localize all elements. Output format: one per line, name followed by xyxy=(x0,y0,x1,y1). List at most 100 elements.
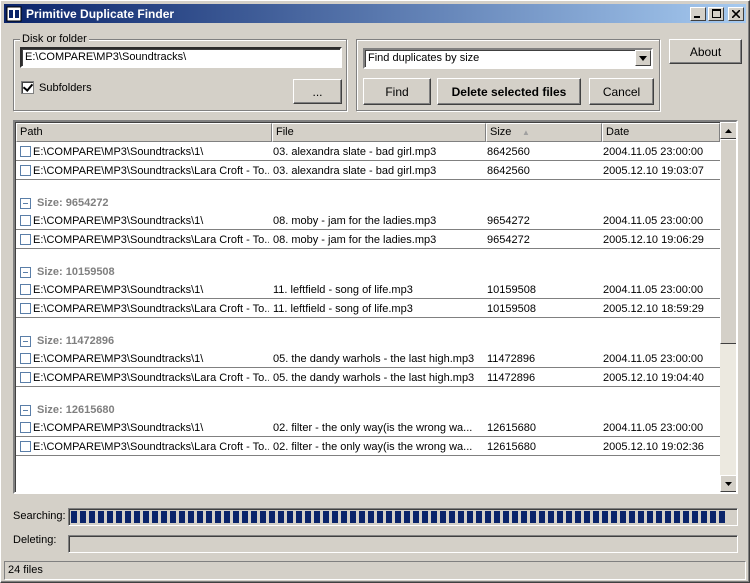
browse-button[interactable]: ... xyxy=(293,79,342,104)
progress-segment xyxy=(305,511,311,523)
table-row[interactable]: E:\COMPARE\MP3\Soundtracks\Lara Croft - … xyxy=(16,231,720,249)
cell-file: 02. filter - the only way(is the wrong w… xyxy=(273,441,473,453)
group-header[interactable]: Size: 11472896 xyxy=(16,332,720,350)
cell-path: E:\COMPARE\MP3\Soundtracks\1\ xyxy=(33,215,204,227)
table-row[interactable]: E:\COMPARE\MP3\Soundtracks\Lara Croft - … xyxy=(16,438,720,456)
table-row[interactable]: E:\COMPARE\MP3\Soundtracks\1\ 03. alexand… xyxy=(16,143,720,161)
subfolders-checkbox[interactable] xyxy=(21,81,34,94)
collapse-icon[interactable] xyxy=(20,336,31,347)
delete-selected-button[interactable]: Delete selected files xyxy=(437,78,581,105)
progress-segment xyxy=(188,511,194,523)
folder-path-input[interactable]: E:\COMPARE\MP3\Soundtracks\ xyxy=(20,47,342,68)
cell-size: 8642560 xyxy=(487,165,530,177)
vertical-scrollbar[interactable] xyxy=(720,122,736,492)
progress-segment xyxy=(404,511,410,523)
progress-segment xyxy=(161,511,167,523)
column-size-label: Size xyxy=(490,126,512,138)
cell-file: 11. leftfield - song of life.mp3 xyxy=(273,284,413,296)
group-header[interactable]: Size: 9654272 xyxy=(16,194,720,212)
progress-segment xyxy=(593,511,599,523)
cancel-button[interactable]: Cancel xyxy=(589,78,654,105)
collapse-icon[interactable] xyxy=(20,405,31,416)
cell-path: E:\COMPARE\MP3\Soundtracks\1\ xyxy=(33,146,204,158)
group-label: Size: 9654272 xyxy=(37,197,109,209)
cell-size: 12615680 xyxy=(487,422,536,434)
progress-segment xyxy=(359,511,365,523)
table-row[interactable]: E:\COMPARE\MP3\Soundtracks\Lara Croft - … xyxy=(16,300,720,318)
column-date[interactable]: Date xyxy=(602,123,720,142)
status-bar: 24 files xyxy=(4,561,746,580)
cell-size: 8642560 xyxy=(487,146,530,158)
about-button[interactable]: About xyxy=(669,39,742,64)
progress-segment xyxy=(539,511,545,523)
progress-segment xyxy=(701,511,707,523)
find-button[interactable]: Find xyxy=(363,78,431,105)
cell-date: 2004.11.05 23:00:00 xyxy=(603,353,704,365)
group-label: Size: 11472896 xyxy=(37,335,115,347)
cell-file: 02. filter - the only way(is the wrong w… xyxy=(273,422,473,434)
group-label: Size: 10159508 xyxy=(37,266,115,278)
progress-segment xyxy=(341,511,347,523)
minimize-icon[interactable] xyxy=(690,6,706,21)
progress-segment xyxy=(80,511,86,523)
results-list[interactable]: Path File Size ▲ Date E:\COMPARE\MP3\Sou… xyxy=(13,120,738,494)
progress-segment xyxy=(224,511,230,523)
chevron-down-icon[interactable] xyxy=(635,50,651,66)
progress-segment xyxy=(629,511,635,523)
progress-segment xyxy=(647,511,653,523)
row-checkbox[interactable] xyxy=(20,441,31,452)
progress-segment xyxy=(692,511,698,523)
app-icon xyxy=(6,6,22,22)
search-mode-select[interactable]: Find duplicates by size xyxy=(363,48,653,69)
subfolders-option[interactable]: Subfolders xyxy=(21,81,92,94)
cell-size: 11472896 xyxy=(487,353,536,365)
row-checkbox[interactable] xyxy=(20,422,31,433)
row-checkbox[interactable] xyxy=(20,215,31,226)
table-row[interactable]: E:\COMPARE\MP3\Soundtracks\Lara Croft - … xyxy=(16,369,720,387)
table-row[interactable]: E:\COMPARE\MP3\Soundtracks\1\ 11. leftfie… xyxy=(16,281,720,299)
column-size[interactable]: Size ▲ xyxy=(486,123,602,142)
group-header[interactable]: Size: 10159508 xyxy=(16,263,720,281)
progress-segment xyxy=(485,511,491,523)
maximize-icon[interactable] xyxy=(708,6,724,21)
column-path[interactable]: Path xyxy=(16,123,272,142)
row-checkbox[interactable] xyxy=(20,234,31,245)
progress-segment xyxy=(71,511,77,523)
group-header[interactable]: Size: 12615680 xyxy=(16,401,720,419)
cell-date: 2004.11.05 23:00:00 xyxy=(603,422,704,434)
table-row[interactable]: E:\COMPARE\MP3\Soundtracks\Lara Croft - … xyxy=(16,162,720,180)
table-row[interactable]: E:\COMPARE\MP3\Soundtracks\1\ 02. filter … xyxy=(16,419,720,437)
table-row[interactable]: E:\COMPARE\MP3\Soundtracks\1\ 08. moby - … xyxy=(16,212,720,230)
row-checkbox[interactable] xyxy=(20,372,31,383)
progress-segment xyxy=(215,511,221,523)
scroll-thumb[interactable] xyxy=(720,139,736,344)
progress-segment xyxy=(521,511,527,523)
progress-segment xyxy=(260,511,266,523)
collapse-icon[interactable] xyxy=(20,267,31,278)
row-checkbox[interactable] xyxy=(20,284,31,295)
cell-date: 2005.12.10 19:06:29 xyxy=(603,234,704,246)
scroll-up-icon[interactable] xyxy=(720,122,736,139)
column-file[interactable]: File xyxy=(272,123,486,142)
close-icon[interactable] xyxy=(728,6,744,21)
progress-segment xyxy=(413,511,419,523)
collapse-icon[interactable] xyxy=(20,198,31,209)
cell-file: 03. alexandra slate - bad girl.mp3 xyxy=(273,165,437,177)
row-checkbox[interactable] xyxy=(20,353,31,364)
list-header: Path File Size ▲ Date xyxy=(16,123,720,142)
progress-segment xyxy=(449,511,455,523)
title-bar[interactable]: Primitive Duplicate Finder xyxy=(4,4,746,23)
cell-path: E:\COMPARE\MP3\Soundtracks\Lara Croft - … xyxy=(33,372,269,384)
row-checkbox[interactable] xyxy=(20,165,31,176)
row-checkbox[interactable] xyxy=(20,146,31,157)
scroll-down-icon[interactable] xyxy=(720,475,736,492)
table-row[interactable]: E:\COMPARE\MP3\Soundtracks\1\ 05. the dan… xyxy=(16,350,720,368)
progress-segment xyxy=(665,511,671,523)
cell-path: E:\COMPARE\MP3\Soundtracks\Lara Croft - … xyxy=(33,441,269,453)
subfolders-label: Subfolders xyxy=(39,81,92,94)
cell-date: 2005.12.10 19:03:07 xyxy=(603,165,704,177)
cell-size: 9654272 xyxy=(487,215,530,227)
cell-size: 11472896 xyxy=(487,372,536,384)
row-checkbox[interactable] xyxy=(20,303,31,314)
cell-file: 08. moby - jam for the ladies.mp3 xyxy=(273,234,437,246)
